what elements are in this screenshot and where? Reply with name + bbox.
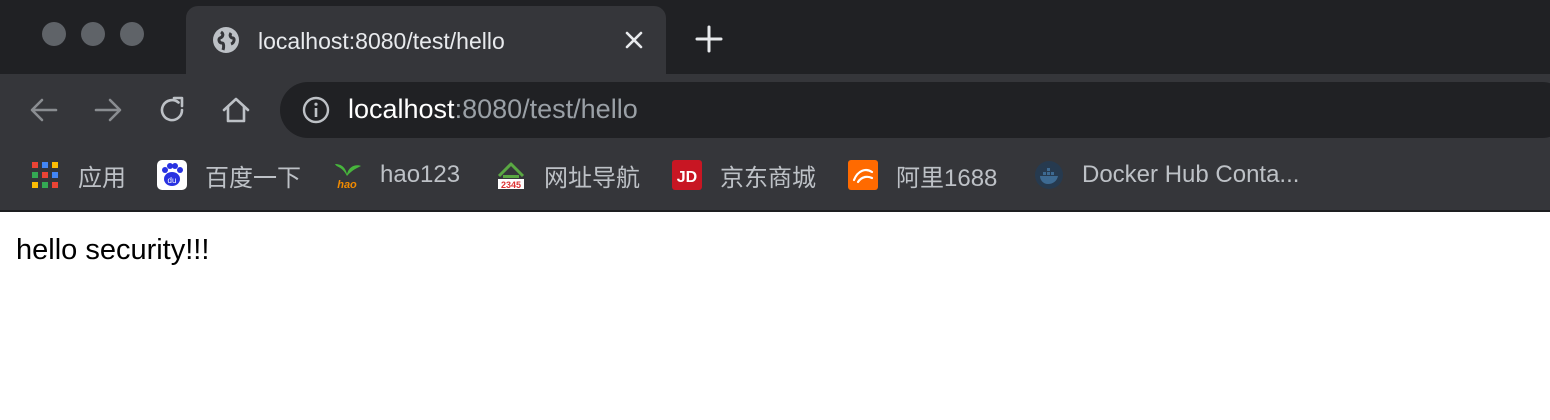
jd-icon: JD: [672, 160, 702, 190]
close-icon[interactable]: [622, 28, 646, 52]
svg-text:JD: JD: [677, 169, 697, 186]
bookmark-label: 百度一下: [205, 164, 301, 192]
baidu-icon: du: [157, 160, 187, 190]
title-bar: localhost:8080/test/hello: [0, 0, 1550, 74]
bookmark-label: 应用: [78, 164, 126, 192]
bookmark-label: 阿里1688: [896, 164, 998, 192]
maximize-window-button[interactable]: [120, 22, 144, 46]
bookmark-apps[interactable]: 应用: [30, 158, 126, 192]
alibaba-1688-icon: [848, 160, 878, 190]
bookmark-label: hao123: [380, 161, 461, 188]
bookmark-label: Docker Hub Conta...: [1082, 161, 1300, 188]
url-text[interactable]: localhost:8080/test/hello: [348, 94, 638, 125]
bookmarks-bar: 应用 du 百度一下 hao hao123 2345 网址导航 JD 京东商城 …: [0, 146, 1550, 210]
window-controls: [42, 22, 144, 46]
bookmark-baidu[interactable]: du 百度一下: [157, 158, 301, 192]
bookmark-docker-hub[interactable]: Docker Hub Conta...: [1034, 158, 1299, 192]
navigation-toolbar: localhost:8080/test/hello: [0, 74, 1550, 146]
bookmark-label: 网址导航: [544, 164, 640, 192]
url-host: localhost: [348, 94, 455, 124]
site-info-icon[interactable]: [302, 96, 330, 124]
new-tab-button[interactable]: [694, 24, 724, 54]
svg-text:2345: 2345: [501, 180, 521, 190]
apps-grid-icon: [32, 162, 58, 188]
close-window-button[interactable]: [42, 22, 66, 46]
minimize-window-button[interactable]: [81, 22, 105, 46]
home-icon[interactable]: [220, 94, 252, 126]
tab-active[interactable]: localhost:8080/test/hello: [186, 6, 666, 74]
bookmark-hao123[interactable]: hao hao123: [332, 158, 460, 192]
svg-text:du: du: [168, 176, 177, 185]
page-content: hello security!!!: [0, 212, 1550, 420]
svg-text:hao: hao: [337, 179, 357, 190]
browser-chrome: localhost:8080/test/hello localhost:8080…: [0, 0, 1550, 212]
globe-icon: [213, 27, 239, 53]
hao123-icon: hao: [335, 164, 361, 190]
back-arrow-icon[interactable]: [28, 94, 60, 126]
url-path: :8080/test/hello: [454, 94, 638, 124]
bookmark-jd[interactable]: JD 京东商城: [672, 158, 816, 192]
forward-arrow-icon[interactable]: [92, 94, 124, 126]
address-bar[interactable]: localhost:8080/test/hello: [280, 82, 1550, 138]
reload-icon[interactable]: [156, 94, 188, 126]
tab-title: localhost:8080/test/hello: [258, 28, 505, 54]
bookmark-label: 京东商城: [720, 164, 816, 192]
bookmark-1688[interactable]: 阿里1688: [848, 158, 997, 192]
docker-icon: [1035, 161, 1063, 189]
2345-icon: 2345: [497, 162, 525, 190]
bookmark-2345[interactable]: 2345 网址导航: [496, 158, 640, 192]
page-body-text: hello security!!!: [16, 234, 210, 266]
